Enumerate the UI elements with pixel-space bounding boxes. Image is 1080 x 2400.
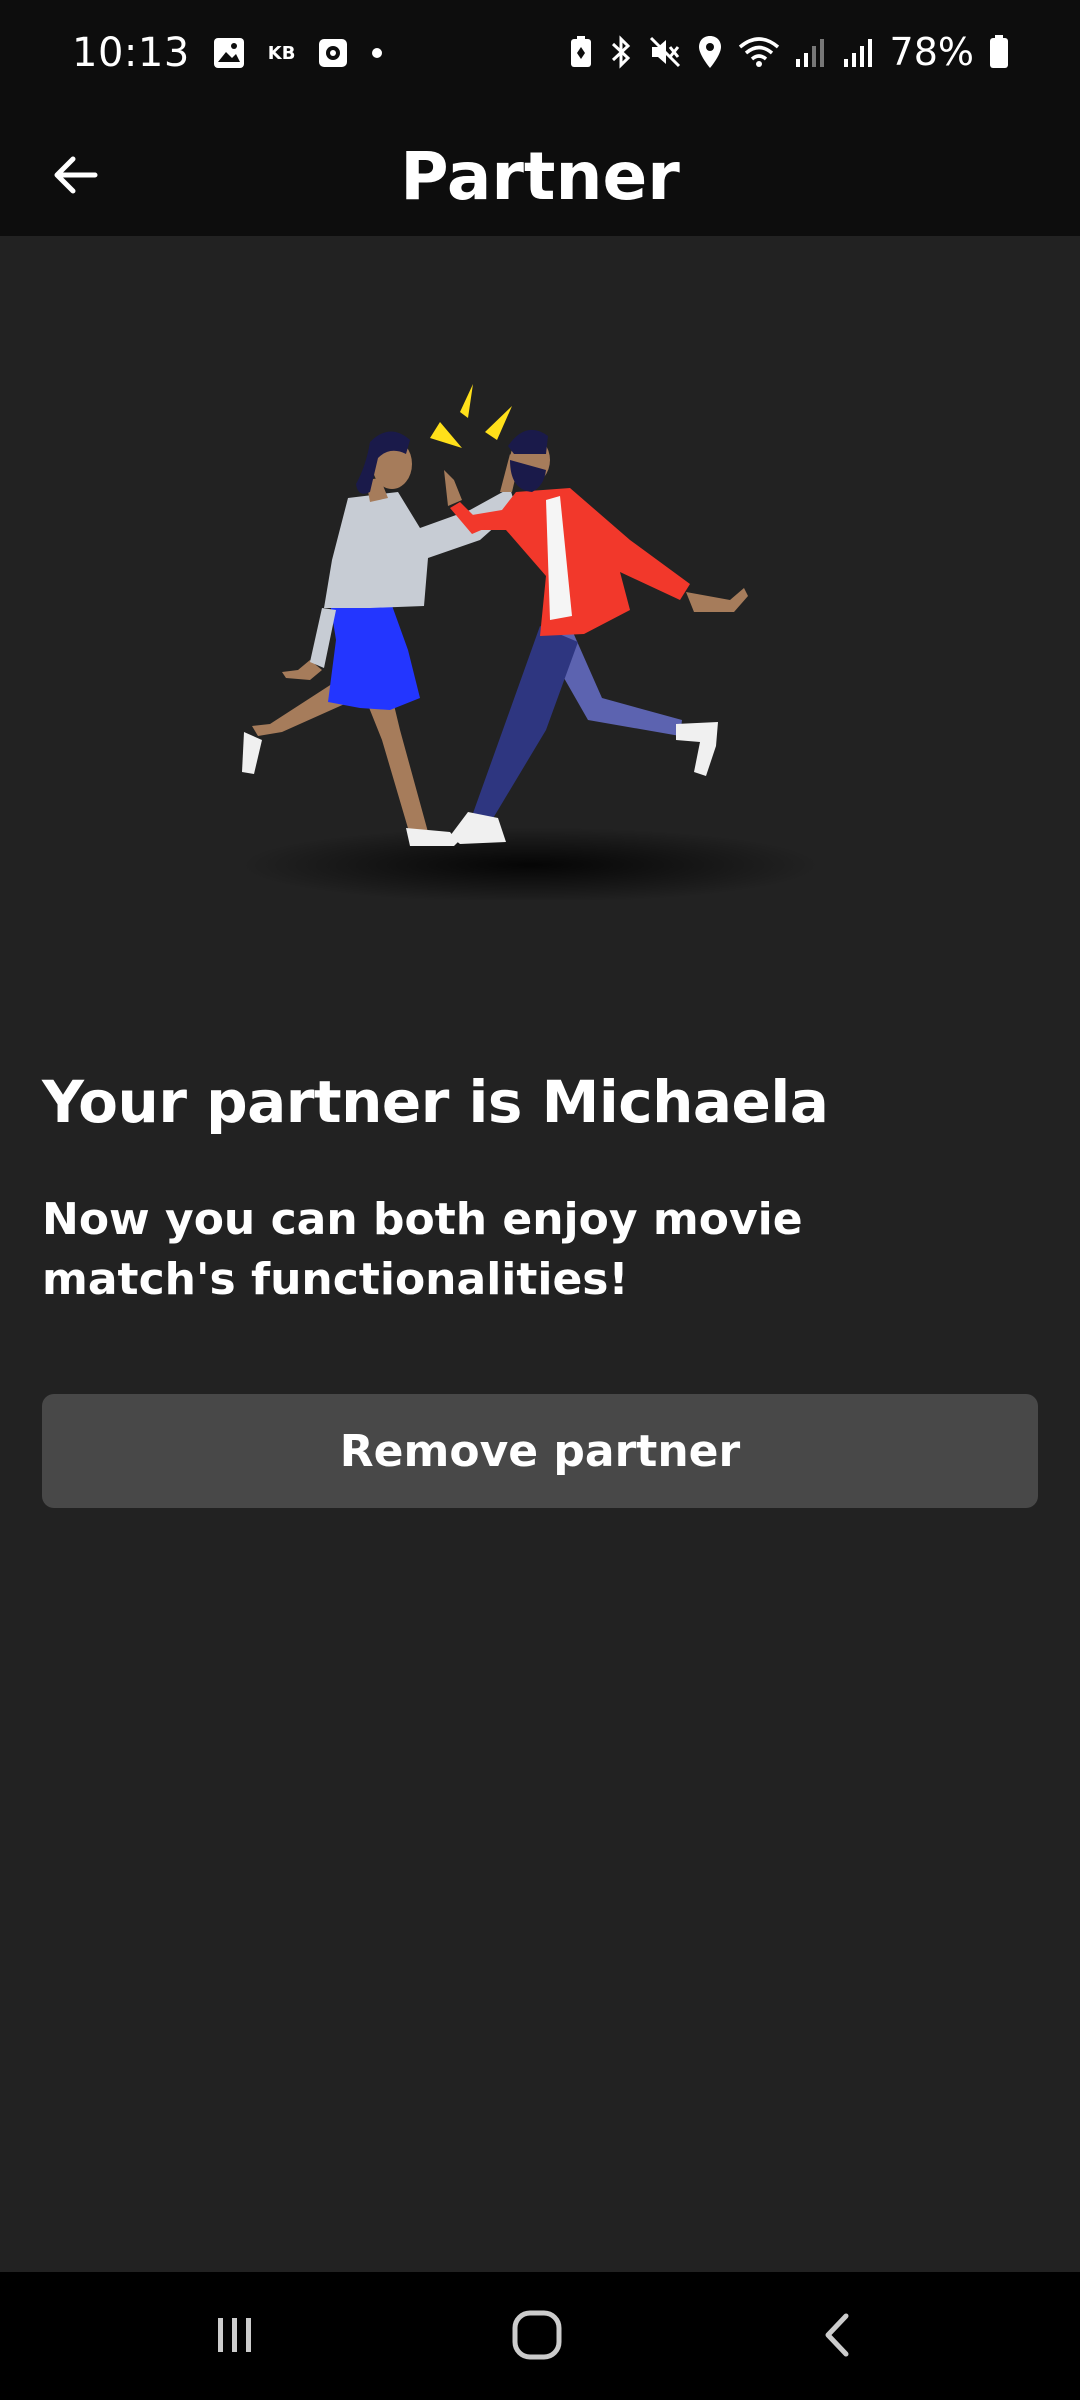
signal-icon-2 bbox=[842, 35, 876, 69]
home-button[interactable] bbox=[492, 2302, 582, 2372]
remove-partner-label: Remove partner bbox=[339, 1425, 741, 1477]
battery-percent: 78% bbox=[889, 30, 974, 74]
carrier-badge: KB bbox=[267, 42, 296, 64]
home-icon bbox=[509, 2307, 565, 2367]
location-icon bbox=[696, 34, 724, 70]
recents-button[interactable] bbox=[190, 2302, 280, 2372]
partner-heading: Your partner is Michaela bbox=[42, 1068, 829, 1136]
gallery-icon bbox=[212, 36, 246, 70]
wifi-icon bbox=[738, 35, 780, 69]
system-nav-bar bbox=[0, 2272, 1080, 2400]
status-left: 10:13 KB bbox=[72, 30, 383, 76]
battery-icon bbox=[988, 34, 1010, 70]
more-notifications-dot-icon bbox=[371, 47, 383, 59]
back-button[interactable] bbox=[40, 142, 110, 212]
bluetooth-icon bbox=[608, 34, 634, 70]
recents-icon bbox=[210, 2310, 260, 2364]
system-back-button[interactable] bbox=[794, 2302, 884, 2372]
app-bar: Partner bbox=[0, 118, 1080, 236]
status-bar: 10:13 KB 78% bbox=[0, 0, 1080, 118]
arrow-left-icon bbox=[51, 151, 99, 203]
page-title: Partner bbox=[400, 138, 680, 215]
status-right: 78% bbox=[568, 30, 1010, 74]
mute-icon bbox=[648, 35, 682, 69]
remove-partner-button[interactable]: Remove partner bbox=[42, 1394, 1038, 1508]
status-time: 10:13 bbox=[72, 30, 190, 76]
back-chevron-icon bbox=[814, 2310, 864, 2364]
partner-subtext: Now you can both enjoy movie match's fun… bbox=[42, 1194, 803, 1305]
signal-icon-1 bbox=[794, 35, 828, 69]
high-five-illustration bbox=[210, 380, 890, 903]
app-notification-icon bbox=[317, 37, 349, 69]
battery-saver-icon bbox=[568, 35, 594, 69]
